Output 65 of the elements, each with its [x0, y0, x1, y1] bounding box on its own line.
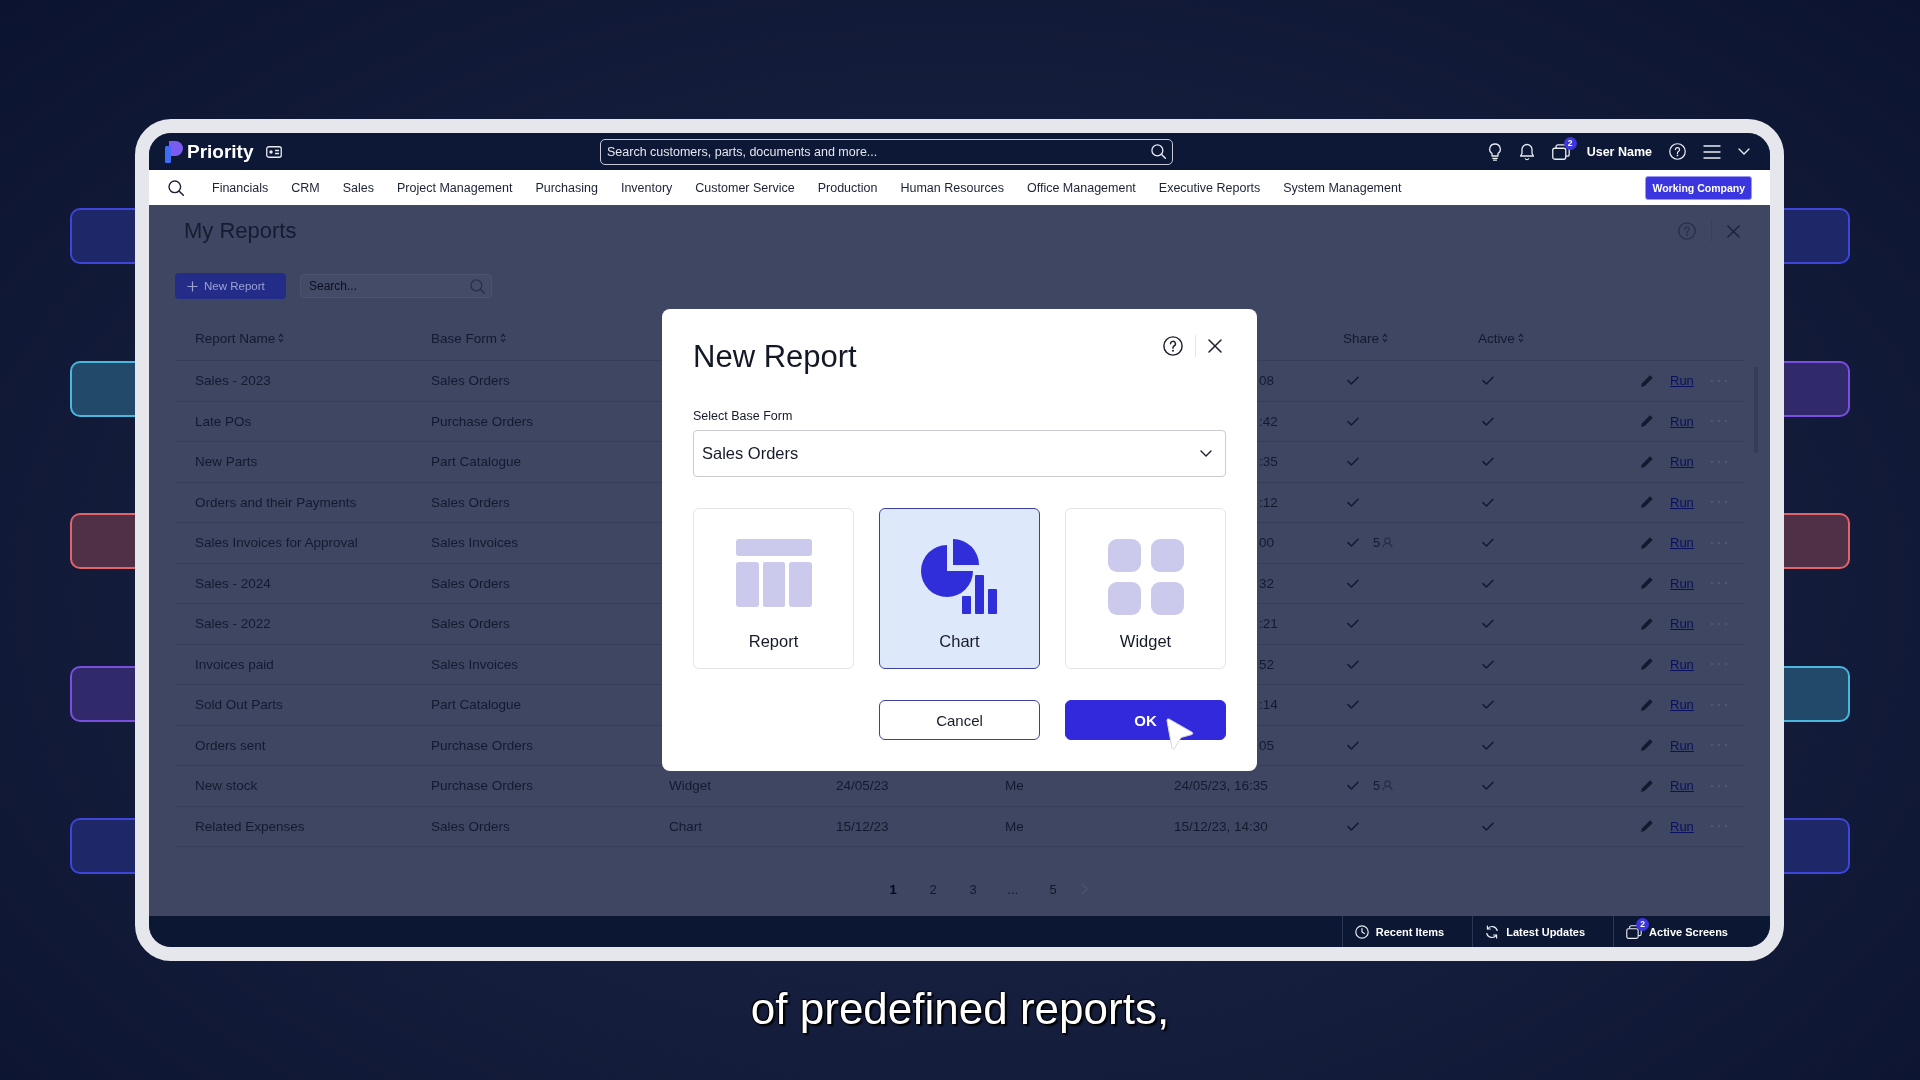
search-icon[interactable]: [168, 179, 184, 196]
user-icon: [1382, 537, 1394, 549]
new-report-button[interactable]: New Report: [175, 273, 286, 299]
grid-icon: [1107, 539, 1184, 615]
dialog-title: New Report: [693, 338, 857, 376]
pagination-ellipsis: ...: [1006, 881, 1020, 897]
menu-item[interactable]: Office Management: [1026, 180, 1136, 195]
help-icon[interactable]: [1163, 336, 1183, 356]
user-name[interactable]: User Name: [1586, 144, 1652, 159]
user-icon: [1382, 780, 1394, 792]
cancel-button[interactable]: Cancel: [879, 700, 1040, 740]
menu-item[interactable]: Production: [817, 180, 878, 195]
caption-text: of predefined reports,: [750, 984, 1170, 1033]
count-badge: 2: [1636, 917, 1650, 931]
pencil-icon[interactable]: [1640, 697, 1654, 712]
menu-item[interactable]: Customer Service: [695, 180, 795, 195]
option-card[interactable]: Chart: [879, 508, 1040, 669]
pencil-icon[interactable]: [1640, 414, 1654, 429]
cursor-icon: [1164, 717, 1195, 751]
status-bar-button[interactable]: Latest Updates: [1472, 916, 1614, 947]
plus-icon: [187, 280, 198, 292]
status-bar-button[interactable]: Recent Items: [1341, 916, 1473, 947]
menu-item[interactable]: Purchasing: [535, 180, 598, 195]
working-company-button[interactable]: Working Company: [1645, 175, 1752, 200]
menu-item[interactable]: Human Resources: [900, 180, 1004, 195]
logo-text: Priority: [187, 140, 254, 163]
menu-item[interactable]: CRM: [291, 180, 320, 195]
id-card-icon[interactable]: [265, 145, 282, 158]
ok-button[interactable]: OK: [1065, 700, 1226, 740]
menu-item[interactable]: Executive Reports: [1158, 180, 1261, 195]
search-icon[interactable]: [1151, 144, 1166, 159]
pencil-icon[interactable]: [1640, 616, 1654, 631]
pencil-icon[interactable]: [1640, 657, 1654, 672]
menu-item[interactable]: Project Management: [397, 180, 513, 195]
menu-item[interactable]: Sales: [342, 180, 375, 195]
pencil-icon[interactable]: [1640, 535, 1654, 550]
logo-icon: [165, 140, 183, 163]
pencil-icon[interactable]: [1640, 454, 1654, 469]
menu-icon[interactable]: [1703, 144, 1721, 159]
menu-item[interactable]: Financials: [212, 180, 269, 195]
close-icon[interactable]: [1208, 339, 1222, 353]
menu-item[interactable]: Inventory: [620, 180, 673, 195]
table-icon: [735, 539, 812, 607]
pie-chart-icon: [921, 539, 998, 614]
dropdown-field[interactable]: Sales Orders: [693, 430, 1226, 477]
field-label: Select Base Form: [693, 408, 794, 424]
chevron-down-icon[interactable]: [1738, 148, 1750, 155]
pencil-icon[interactable]: [1640, 738, 1654, 753]
count-badge: 2: [1563, 136, 1577, 150]
windows-icon[interactable]: [1551, 143, 1570, 160]
lightbulb-icon[interactable]: [1487, 142, 1502, 161]
pencil-icon[interactable]: [1640, 576, 1654, 591]
pencil-icon[interactable]: [1640, 373, 1654, 388]
pencil-icon[interactable]: [1640, 495, 1654, 510]
option-card[interactable]: Report: [693, 508, 854, 669]
clock-icon: [1354, 924, 1369, 939]
search-field[interactable]: Search...: [300, 274, 492, 298]
menu-item[interactable]: System Management: [1283, 180, 1402, 195]
bell-icon[interactable]: [1518, 142, 1535, 161]
pencil-icon[interactable]: [1640, 819, 1654, 834]
status-bar-button[interactable]: 2 Active Screens: [1613, 916, 1756, 947]
chevron-down-icon: [1200, 450, 1212, 457]
refresh-icon: [1485, 924, 1500, 939]
pencil-icon[interactable]: [1640, 778, 1654, 793]
option-card[interactable]: Widget: [1065, 508, 1226, 669]
